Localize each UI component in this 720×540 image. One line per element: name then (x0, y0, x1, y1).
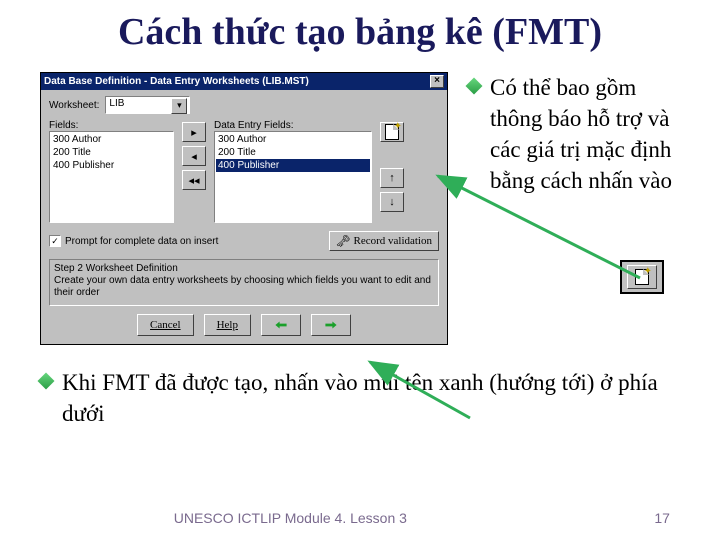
prompt-checkbox[interactable]: ✓ Prompt for complete data on insert (49, 235, 218, 247)
next-button[interactable] (311, 314, 351, 336)
worksheet-select[interactable]: LIB (105, 96, 190, 114)
fields-label: Fields: (49, 120, 174, 131)
list-item[interactable]: 400 Publisher (51, 159, 172, 172)
remove-field-button[interactable]: ◂ (182, 146, 206, 166)
edit-entry-callout-button[interactable]: ✦ (627, 265, 657, 289)
move-up-button[interactable]: ↑ (380, 168, 404, 188)
bullet-text-1: Có thể bao gồm thông báo hỗ trợ và các g… (490, 72, 680, 196)
checkbox-icon: ✓ (49, 235, 61, 247)
record-validation-label: Record validation (353, 235, 432, 247)
prompt-checkbox-label: Prompt for complete data on insert (65, 236, 218, 247)
arrow-right-icon (324, 320, 338, 330)
document-edit-icon: ✦ (385, 124, 399, 140)
list-item[interactable]: 200 Title (216, 146, 370, 159)
footer-text: UNESCO ICTLIP Module 4. Lesson 3 (174, 510, 407, 526)
step-text: Create your own data entry worksheets by… (54, 275, 434, 299)
list-item[interactable]: 300 Author (216, 133, 370, 146)
remove-all-button[interactable]: ◂◂ (182, 170, 206, 190)
page-number: 17 (654, 510, 670, 526)
cancel-button[interactable]: Cancel (137, 314, 194, 336)
list-item-selected[interactable]: 400 Publisher (216, 159, 370, 172)
bullet-text-2: Khi FMT đã được tạo, nhấn vào mũi tên xa… (62, 367, 680, 429)
step-header: Step 2 Worksheet Definition (54, 263, 434, 275)
move-down-button[interactable]: ↓ (380, 192, 404, 212)
list-item[interactable]: 200 Title (51, 146, 172, 159)
dialog-title: Data Base Definition - Data Entry Worksh… (44, 76, 309, 87)
dialog-window: Data Base Definition - Data Entry Worksh… (40, 72, 448, 345)
document-edit-icon: ✦ (635, 269, 649, 285)
edit-entry-button[interactable]: ✦ (380, 122, 404, 142)
add-field-button[interactable]: ▸ (182, 122, 206, 142)
list-item[interactable]: 300 Author (51, 133, 172, 146)
slide-title: Cách thức tạo bảng kê (FMT) (40, 10, 680, 54)
prev-button[interactable] (261, 314, 301, 336)
record-validation-button[interactable]: Record validation (329, 231, 440, 251)
bullet-icon (38, 373, 55, 390)
help-button[interactable]: Help (204, 314, 251, 336)
fields-listbox[interactable]: 300 Author 200 Title 400 Publisher (49, 131, 174, 223)
bullet-icon (466, 78, 483, 95)
entry-fields-listbox[interactable]: 300 Author 200 Title 400 Publisher (214, 131, 372, 223)
callout-box: ✦ (620, 260, 664, 294)
step-panel: Step 2 Worksheet Definition Create your … (49, 259, 439, 306)
arrow-left-icon (274, 320, 288, 330)
data-entry-label: Data Entry Fields: (214, 120, 372, 131)
close-icon[interactable]: × (430, 75, 444, 88)
worksheet-label: Worksheet: (49, 100, 99, 111)
key-icon (336, 234, 351, 249)
